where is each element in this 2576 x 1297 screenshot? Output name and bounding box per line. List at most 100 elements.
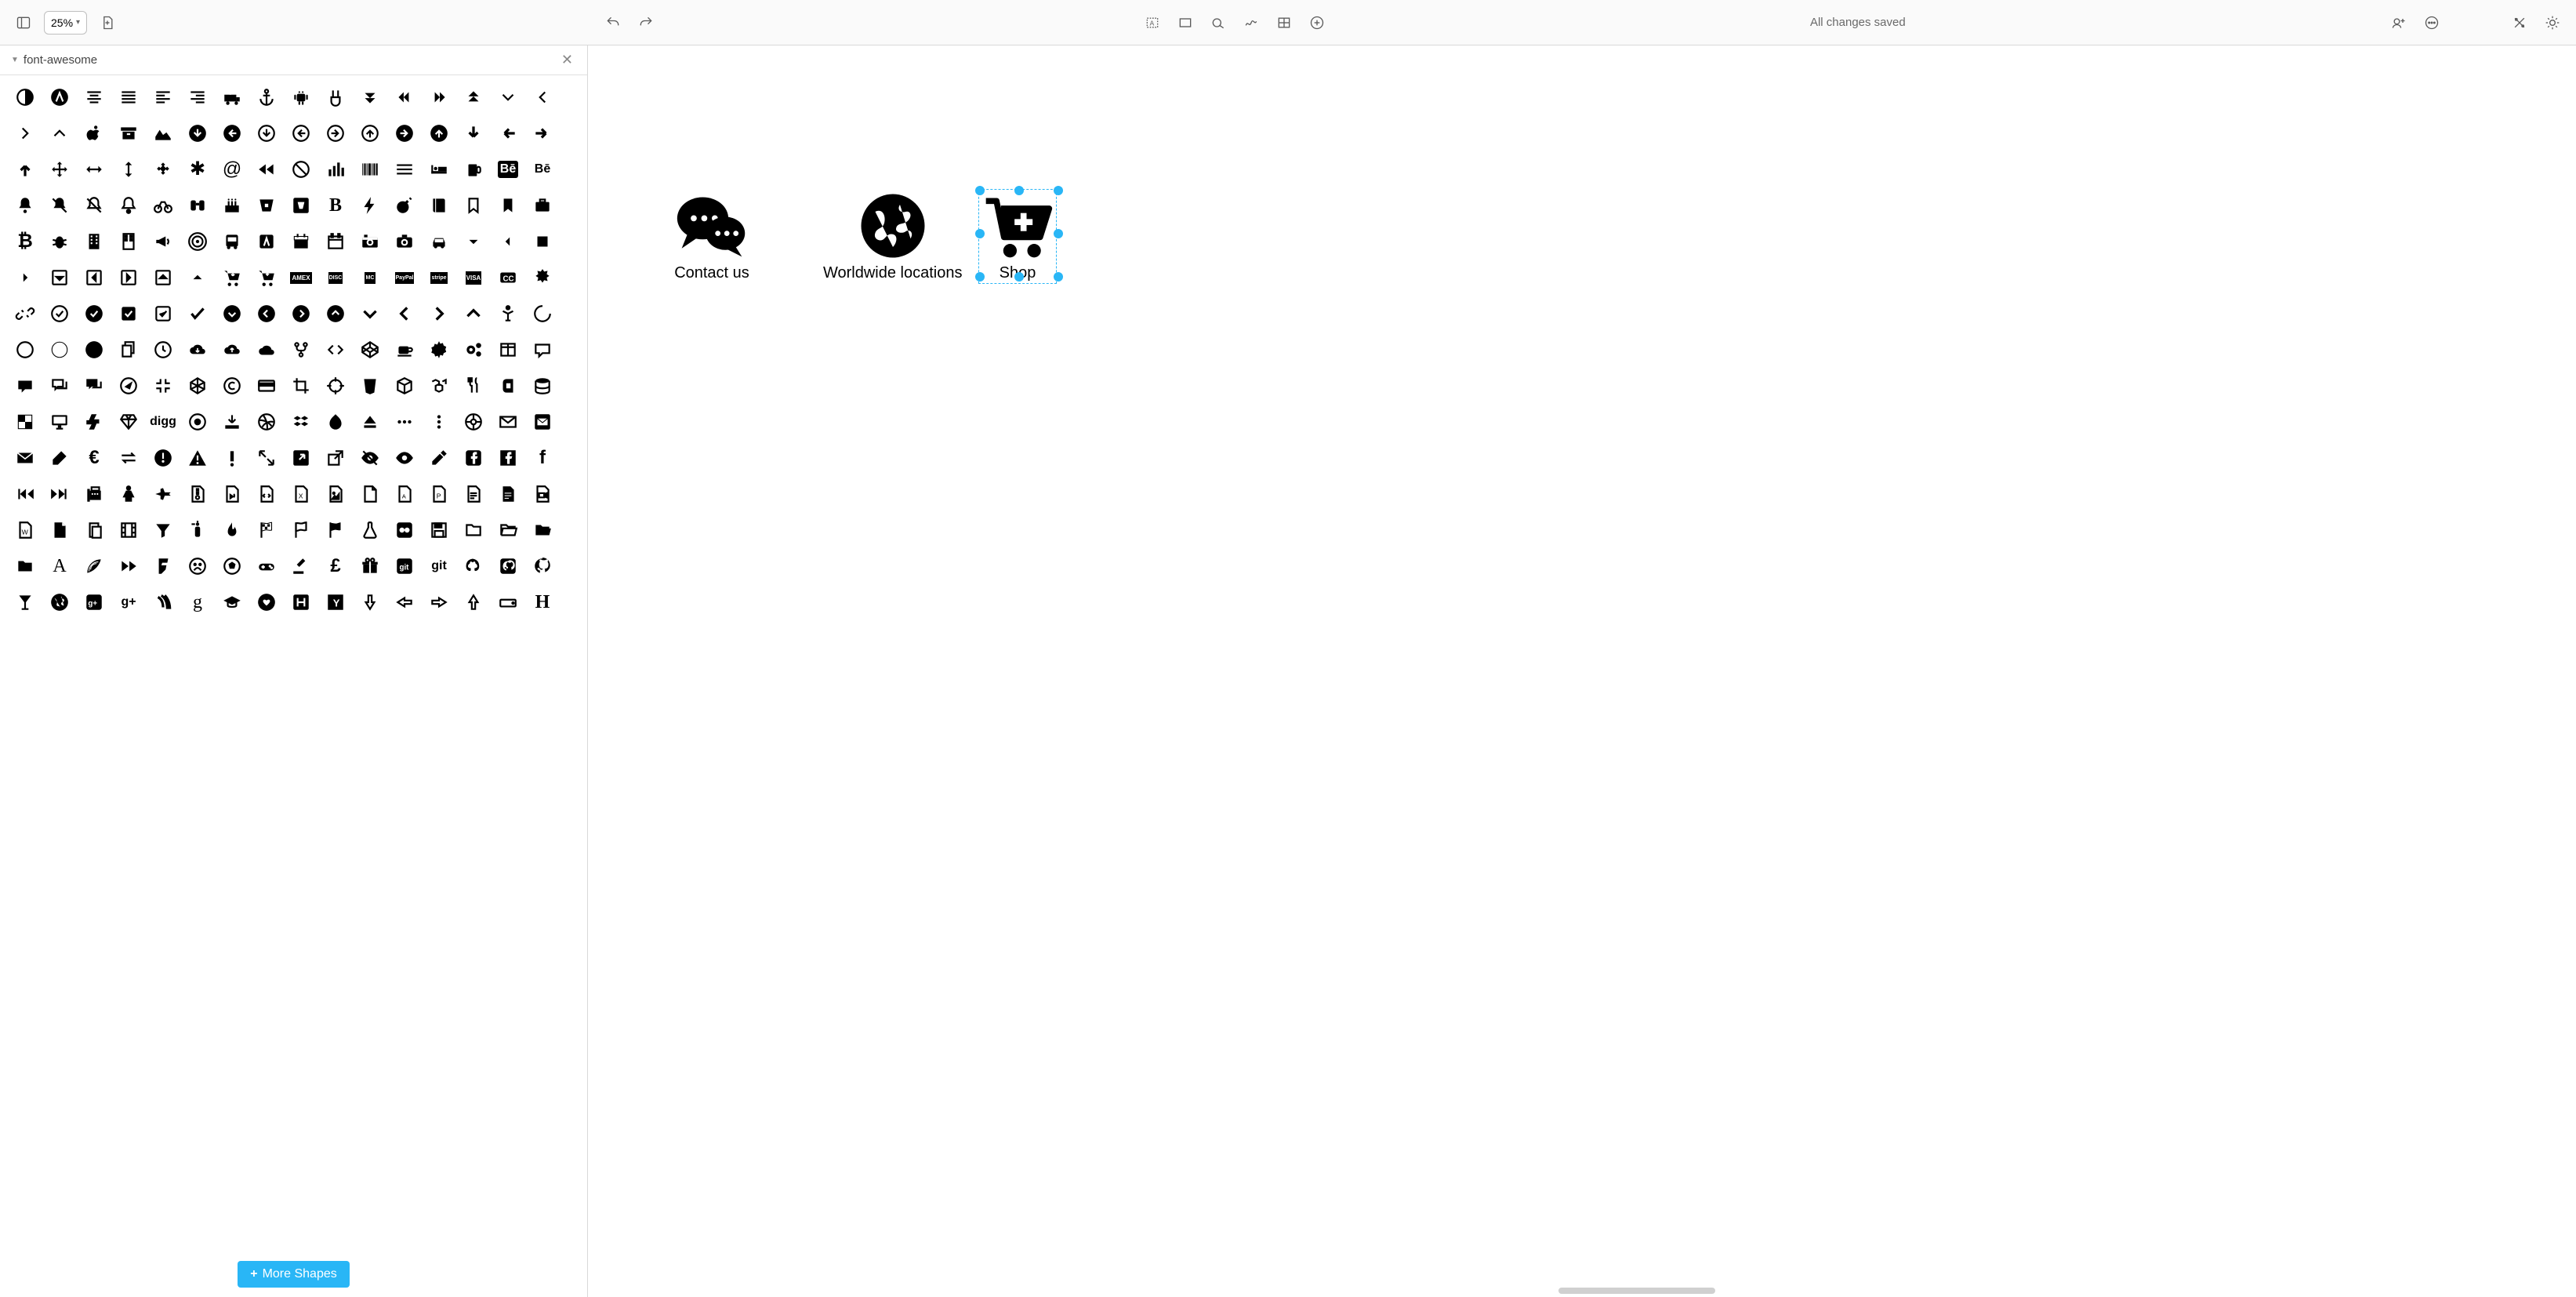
fast-forward-icon[interactable] (44, 478, 75, 510)
freehand-tool-button[interactable] (1239, 10, 1264, 35)
add-shape-button[interactable] (1304, 10, 1330, 35)
apple-icon[interactable] (78, 118, 110, 149)
codepen-icon[interactable] (354, 334, 386, 365)
camera-icon[interactable] (389, 226, 420, 257)
angle-right-icon[interactable] (9, 118, 41, 149)
arrow-circle-o-down-icon[interactable] (251, 118, 282, 149)
angle-down-icon[interactable] (492, 82, 524, 113)
canvas-shape-comments[interactable]: Contact us (674, 191, 749, 282)
file-video-o-icon[interactable] (527, 478, 558, 510)
crosshairs-icon[interactable] (320, 370, 351, 401)
eyedropper-icon[interactable] (423, 442, 455, 474)
caret-up-icon[interactable] (182, 262, 213, 293)
expand-icon[interactable] (251, 442, 282, 474)
font-icon[interactable]: A (44, 550, 75, 582)
eur-icon[interactable]: € (78, 442, 110, 474)
arrow-circle-down-icon[interactable] (182, 118, 213, 149)
columns-icon[interactable] (492, 334, 524, 365)
behance-square-icon[interactable]: Bē (527, 154, 558, 185)
bookmark-icon[interactable] (492, 190, 524, 221)
facebook-official-icon[interactable] (492, 442, 524, 474)
adjust-icon[interactable] (9, 82, 41, 113)
arrow-left-icon[interactable] (492, 118, 524, 149)
female-icon[interactable] (113, 478, 144, 510)
file-powerpoint-o-icon[interactable]: P (423, 478, 455, 510)
flickr-icon[interactable] (389, 514, 420, 546)
hdd-o-icon[interactable] (492, 587, 524, 618)
toggle-sidebar-button[interactable] (11, 10, 36, 35)
folder-o-icon[interactable] (458, 514, 489, 546)
canvas-shape-cart-plus[interactable]: Shop (980, 191, 1055, 282)
close-icon[interactable]: ✕ (558, 52, 576, 68)
chevron-up-icon[interactable] (458, 298, 489, 329)
chevron-right-icon[interactable] (423, 298, 455, 329)
bicycle-icon[interactable] (147, 190, 179, 221)
cc-stripe-icon[interactable]: stripe (423, 262, 455, 293)
file-archive-o-icon[interactable] (182, 478, 213, 510)
bell-slash-o-icon[interactable] (78, 190, 110, 221)
zoom-select[interactable]: 25% ▾ (44, 11, 87, 35)
circle-o-notch-icon[interactable] (527, 298, 558, 329)
graduation-cap-icon[interactable] (216, 587, 248, 618)
download-icon[interactable] (216, 406, 248, 438)
gavel-icon[interactable] (285, 550, 317, 582)
cc-visa-icon[interactable]: VISA (458, 262, 489, 293)
cog-icon[interactable] (423, 334, 455, 365)
caret-square-o-up-icon[interactable] (147, 262, 179, 293)
canvas[interactable]: Contact usWorldwide locationsShop (588, 45, 2576, 1297)
desktop-icon[interactable] (44, 406, 75, 438)
building-icon[interactable] (78, 226, 110, 257)
flag-checkered-icon[interactable] (251, 514, 282, 546)
chevron-circle-up-icon[interactable] (320, 298, 351, 329)
table-tool-button[interactable] (1272, 10, 1297, 35)
cloud-download-icon[interactable] (182, 334, 213, 365)
cubes-icon[interactable] (423, 370, 455, 401)
ellipse-tool-button[interactable] (1206, 10, 1231, 35)
header-icon[interactable]: H (527, 587, 558, 618)
fire-extinguisher-icon[interactable] (182, 514, 213, 546)
cube-icon[interactable] (389, 370, 420, 401)
check-square-icon[interactable] (113, 298, 144, 329)
selection-handle[interactable] (975, 186, 985, 195)
at-icon[interactable]: @ (216, 154, 248, 185)
caret-left-icon[interactable] (492, 226, 524, 257)
hacker-news-icon[interactable]: Y (320, 587, 351, 618)
area-chart-icon[interactable] (147, 118, 179, 149)
hand-o-left-icon[interactable] (389, 587, 420, 618)
selection-handle[interactable] (1054, 186, 1063, 195)
cart-plus-icon[interactable] (251, 262, 282, 293)
caret-right-icon[interactable] (9, 262, 41, 293)
more-shapes-button[interactable]: + More Shapes (238, 1261, 350, 1288)
caret-square-o-down-icon[interactable] (44, 262, 75, 293)
android-icon[interactable] (285, 82, 317, 113)
hand-o-right-icon[interactable] (423, 587, 455, 618)
more-menu-button[interactable] (2419, 10, 2444, 35)
file-image-o-icon[interactable] (320, 478, 351, 510)
behance-icon[interactable]: Bē (492, 154, 524, 185)
comments-o-icon[interactable] (44, 370, 75, 401)
bell-o-icon[interactable] (113, 190, 144, 221)
cloud-icon[interactable] (251, 334, 282, 365)
database-icon[interactable] (527, 370, 558, 401)
cloud-upload-icon[interactable] (216, 334, 248, 365)
exchange-icon[interactable] (113, 442, 144, 474)
forward-icon[interactable] (113, 550, 144, 582)
bus-icon[interactable] (216, 226, 248, 257)
building-o-icon[interactable] (113, 226, 144, 257)
fast-backward-icon[interactable] (9, 478, 41, 510)
chevron-left-icon[interactable] (389, 298, 420, 329)
external-link-square-icon[interactable] (285, 442, 317, 474)
adn-icon[interactable] (44, 82, 75, 113)
angle-double-down-icon[interactable] (354, 82, 386, 113)
arrows-v-icon[interactable] (113, 154, 144, 185)
bitbucket-square-icon[interactable] (285, 190, 317, 221)
check-square-o-icon[interactable] (147, 298, 179, 329)
envelope-icon[interactable] (9, 442, 41, 474)
flask-icon[interactable] (354, 514, 386, 546)
check-icon[interactable] (182, 298, 213, 329)
birthday-cake-icon[interactable] (216, 190, 248, 221)
hand-peace-icon[interactable] (320, 82, 351, 113)
delicious-icon[interactable] (9, 406, 41, 438)
code-icon[interactable] (320, 334, 351, 365)
envelope-square-icon[interactable] (527, 406, 558, 438)
